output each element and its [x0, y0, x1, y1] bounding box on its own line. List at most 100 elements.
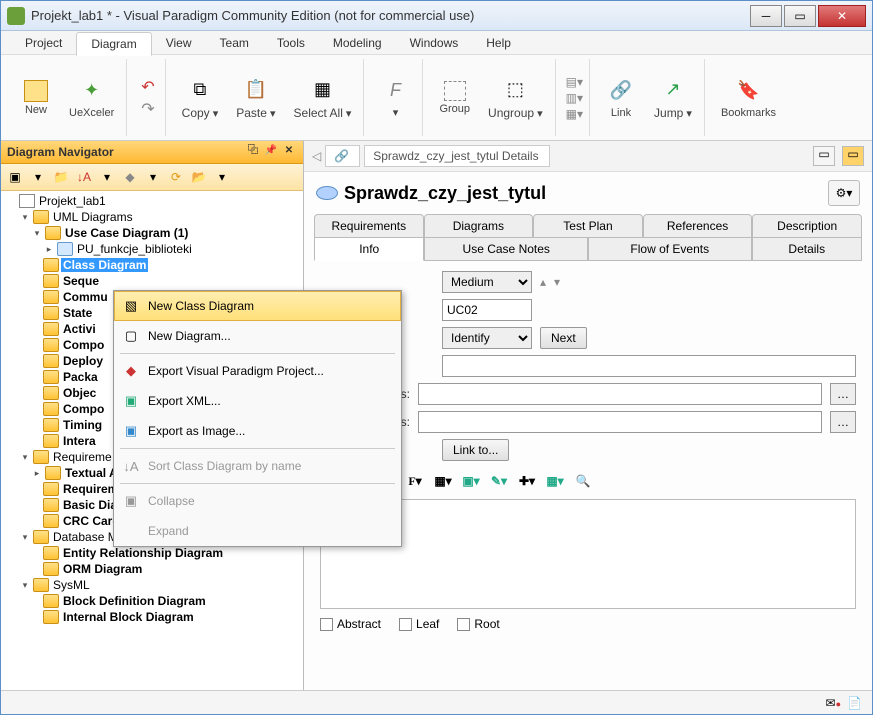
- abstract-checkbox[interactable]: Abstract: [320, 617, 381, 631]
- format-button[interactable]: F ▾: [374, 72, 416, 123]
- menu-team[interactable]: Team: [206, 32, 263, 54]
- paste-button[interactable]: 📋 Paste ▾: [230, 72, 281, 124]
- uexceler-icon: ✦: [78, 77, 106, 105]
- group-button[interactable]: Group: [433, 77, 476, 119]
- tab-diagrams[interactable]: Diagrams: [424, 214, 534, 237]
- distribute-icon[interactable]: ▥▾: [566, 91, 583, 105]
- select-all-icon: ▦: [308, 76, 336, 104]
- browse-s-button[interactable]: …: [830, 383, 856, 405]
- bookmarks-button[interactable]: 🔖 Bookmarks: [715, 73, 782, 123]
- menu-help[interactable]: Help: [472, 32, 525, 54]
- folder-icon: [43, 322, 59, 336]
- gear-button[interactable]: ⚙▾: [828, 180, 860, 206]
- s-input[interactable]: [418, 383, 822, 405]
- down-icon[interactable]: ▾: [554, 275, 560, 289]
- menu-tools[interactable]: Tools: [263, 32, 319, 54]
- ctx-export-image[interactable]: ▣ Export as Image...: [114, 416, 401, 446]
- page-icon[interactable]: 📄: [847, 696, 862, 710]
- browse-tors-button[interactable]: …: [830, 411, 856, 433]
- ctx-new-diagram[interactable]: ▢ New Diagram...: [114, 321, 401, 351]
- tab-flow-of-events[interactable]: Flow of Events: [588, 237, 752, 261]
- link-icon: 🔗: [607, 77, 635, 105]
- folder-icon: [43, 546, 59, 560]
- tab-info[interactable]: Info: [314, 237, 424, 261]
- new-button[interactable]: New: [15, 76, 57, 120]
- menu-view[interactable]: View: [152, 32, 206, 54]
- usecase-oval-icon: [316, 186, 338, 200]
- jump-button[interactable]: ↗ Jump ▾: [648, 72, 698, 124]
- redo-button[interactable]: ↷: [141, 99, 154, 119]
- folder-icon: [43, 370, 59, 384]
- find-icon[interactable]: 🔍: [572, 471, 594, 491]
- font-icon[interactable]: F▾: [404, 471, 426, 491]
- nav-tool-7[interactable]: ▾: [212, 167, 232, 187]
- layout-icon[interactable]: ▭: [813, 146, 835, 166]
- menu-modeling[interactable]: Modeling: [319, 32, 396, 54]
- nav-tool-sort[interactable]: ↓A: [74, 167, 94, 187]
- root-checkbox[interactable]: Root: [457, 617, 499, 631]
- text-input-1[interactable]: [442, 355, 856, 377]
- ctx-new-class-diagram[interactable]: ▧ New Class Diagram: [114, 291, 401, 321]
- export-icon: ◆: [122, 362, 140, 380]
- pin-icon[interactable]: 📌: [263, 144, 279, 160]
- tab-details[interactable]: Details: [752, 237, 862, 261]
- panel-close-icon[interactable]: ✕: [281, 144, 297, 160]
- next-button[interactable]: Next: [540, 327, 587, 349]
- add-icon[interactable]: ✚▾: [516, 471, 538, 491]
- folder-icon: [45, 466, 61, 480]
- menu-windows[interactable]: Windows: [396, 32, 473, 54]
- up-icon[interactable]: ▴: [540, 275, 546, 289]
- menu-diagram[interactable]: Diagram: [76, 32, 151, 56]
- ctx-export-vp[interactable]: ◆ Export Visual Paradigm Project...: [114, 356, 401, 386]
- maximize-button[interactable]: ▭: [784, 5, 816, 27]
- close-button[interactable]: ✕: [818, 5, 866, 27]
- navigator-title: Diagram Navigator: [7, 145, 243, 159]
- breadcrumb-icon[interactable]: 🔗: [325, 145, 360, 167]
- layout-icon[interactable]: ▦▾: [566, 107, 583, 121]
- image-icon[interactable]: ▣▾: [460, 471, 482, 491]
- undo-button[interactable]: ↶: [141, 77, 154, 97]
- select-all-button[interactable]: ▦ Select All ▾: [288, 72, 358, 124]
- nav-tool-6[interactable]: ▾: [143, 167, 163, 187]
- tors-input[interactable]: [418, 411, 822, 433]
- nav-tool-up[interactable]: ◆: [120, 167, 140, 187]
- copy-button[interactable]: ⧉ Copy ▾: [176, 72, 225, 124]
- leaf-checkbox[interactable]: Leaf: [399, 617, 439, 631]
- link-button[interactable]: 🔗 Link: [600, 73, 642, 123]
- uexceler-button[interactable]: ✦ UeXceler: [63, 73, 120, 123]
- link-to-button[interactable]: Link to...: [442, 439, 509, 461]
- view-icon[interactable]: ▭: [842, 146, 864, 166]
- tab-references[interactable]: References: [643, 214, 753, 237]
- tab-requirements[interactable]: Requirements: [314, 214, 424, 237]
- xml-icon: ▣: [122, 392, 140, 410]
- collapse-icon: ▣: [122, 492, 140, 510]
- image-export-icon: ▣: [122, 422, 140, 440]
- highlight-icon[interactable]: ✎▾: [488, 471, 510, 491]
- nav-tool-refresh[interactable]: ⟳: [166, 167, 186, 187]
- breadcrumb-item[interactable]: Sprawdz_czy_jest_tytul Details: [364, 145, 549, 167]
- tab-test-plan[interactable]: Test Plan: [533, 214, 643, 237]
- minimize-button[interactable]: ─: [750, 5, 782, 27]
- nav-tool-open[interactable]: 📂: [189, 167, 209, 187]
- table-icon[interactable]: ▦▾: [432, 471, 454, 491]
- status-select[interactable]: Identify: [442, 327, 532, 349]
- tree-item-class-diagram[interactable]: Class Diagram: [61, 258, 148, 272]
- folder-icon: [43, 338, 59, 352]
- nav-tool-1[interactable]: ▣: [5, 167, 25, 187]
- tab-description[interactable]: Description: [752, 214, 862, 237]
- breadcrumb-back-icon[interactable]: ◁: [312, 149, 321, 163]
- ctx-export-xml[interactable]: ▣ Export XML...: [114, 386, 401, 416]
- rank-select[interactable]: Medium: [442, 271, 532, 293]
- tab-use-case-notes[interactable]: Use Case Notes: [424, 237, 588, 261]
- mail-icon[interactable]: ✉●: [826, 696, 842, 710]
- nav-tool-5[interactable]: ▾: [97, 167, 117, 187]
- dock-icon[interactable]: ⿻: [245, 144, 261, 160]
- folder-icon: [43, 514, 59, 528]
- insert-icon[interactable]: ▦▾: [544, 471, 566, 491]
- align-icon[interactable]: ▤▾: [566, 75, 583, 89]
- nav-tool-3[interactable]: 📁: [51, 167, 71, 187]
- nav-tool-2[interactable]: ▾: [28, 167, 48, 187]
- menu-project[interactable]: Project: [11, 32, 76, 54]
- ungroup-button[interactable]: ⬚ Ungroup ▾: [482, 72, 549, 124]
- id-input[interactable]: [442, 299, 532, 321]
